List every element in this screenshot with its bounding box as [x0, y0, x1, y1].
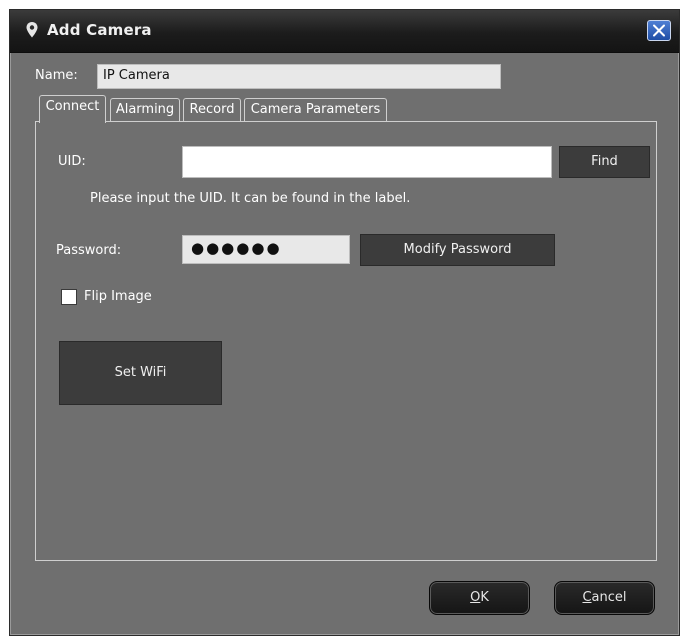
ok-label-rest: K: [480, 590, 489, 605]
uid-input[interactable]: [182, 146, 552, 178]
password-label: Password:: [56, 243, 122, 258]
cancel-mnemonic: C: [582, 590, 592, 605]
flip-image-label[interactable]: Flip Image: [84, 289, 152, 304]
ok-mnemonic: O: [470, 590, 481, 605]
title-bar: Add Camera: [10, 10, 679, 53]
uid-label: UID:: [58, 154, 86, 169]
flip-image-checkbox[interactable]: [61, 289, 77, 305]
close-icon: [653, 24, 665, 37]
location-pin-icon: [25, 21, 39, 39]
password-input[interactable]: ●●●●●●: [182, 235, 350, 264]
close-button[interactable]: [647, 20, 671, 41]
tab-record[interactable]: Record: [183, 98, 241, 122]
add-camera-dialog: Add Camera Name: IP Camera Connect Alarm…: [9, 9, 680, 636]
name-label: Name:: [35, 68, 78, 83]
uid-hint-text: Please input the UID. It can be found in…: [90, 191, 411, 206]
cancel-label-rest: ancel: [591, 590, 627, 605]
name-input[interactable]: IP Camera: [97, 64, 501, 89]
tab-connect[interactable]: Connect: [39, 95, 106, 123]
cancel-button[interactable]: Cancel: [554, 581, 655, 615]
set-wifi-button[interactable]: Set WiFi: [59, 341, 222, 405]
ok-button[interactable]: OK: [429, 581, 530, 615]
dialog-title: Add Camera: [47, 21, 152, 39]
modify-password-button[interactable]: Modify Password: [360, 234, 555, 266]
tab-alarming[interactable]: Alarming: [110, 98, 180, 122]
find-button[interactable]: Find: [559, 146, 650, 178]
tab-camera-parameters[interactable]: Camera Parameters: [244, 98, 387, 122]
